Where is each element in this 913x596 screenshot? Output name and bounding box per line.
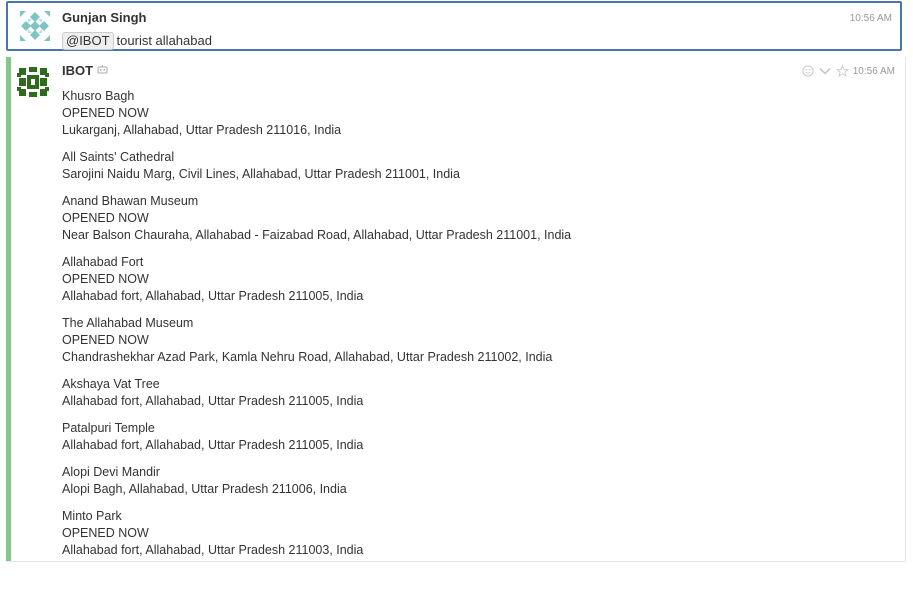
place-address: Alopi Bagh, Allahabad, Uttar Pradesh 211… <box>62 482 347 496</box>
user-message[interactable]: Gunjan Singh 10:56 AM @IBOT tourist allah… <box>6 1 902 51</box>
place-name: Khusro Bagh <box>62 89 135 103</box>
place-item: Patalpuri Temple Allahabad fort, Allahab… <box>62 420 892 454</box>
place-item: Anand Bhawan Museum OPENED NOW Near Bals… <box>62 193 892 244</box>
place-name: Alopi Devi Mandir <box>62 465 160 479</box>
user-mention[interactable]: @IBOT <box>62 32 114 50</box>
place-item: All Saints' Cathedral Sarojini Naidu Mar… <box>62 149 892 183</box>
message-text: tourist allahabad <box>116 33 212 48</box>
place-address: Chandrashekhar Azad Park, Kamla Nehru Ro… <box>62 350 553 364</box>
place-name: Allahabad Fort <box>62 255 144 269</box>
stream-color-bar <box>6 57 11 561</box>
place-name: Akshaya Vat Tree <box>62 377 160 391</box>
place-address: Lukarganj, Allahabad, Uttar Pradesh 2110… <box>62 123 342 137</box>
place-item: Akshaya Vat Tree Allahabad fort, Allahab… <box>62 376 892 410</box>
place-address: Allahabad fort, Allahabad, Uttar Pradesh… <box>62 438 364 452</box>
place-address: Allahabad fort, Allahabad, Uttar Pradesh… <box>62 394 364 408</box>
place-address: Sarojini Naidu Marg, Civil Lines, Allaha… <box>62 167 460 181</box>
bot-sender-name[interactable]: IBOT <box>62 63 93 78</box>
place-item: The Allahabad Museum OPENED NOW Chandras… <box>62 315 892 366</box>
place-status: OPENED NOW <box>62 272 149 286</box>
place-item: Khusro Bagh OPENED NOW Lukarganj, Allaha… <box>62 88 892 139</box>
bot-identicon-avatar-icon[interactable] <box>16 65 50 99</box>
place-address: Allahabad fort, Allahabad, Uttar Pradesh… <box>62 289 364 303</box>
bot-message-time[interactable]: 10:56 AM <box>853 66 895 77</box>
place-item: Minto Park OPENED NOW Allahabad fort, Al… <box>62 508 892 559</box>
place-name: The Allahabad Museum <box>62 316 194 330</box>
message-content: @IBOT tourist allahabad <box>62 32 212 50</box>
place-name: All Saints' Cathedral <box>62 150 175 164</box>
star-icon[interactable] <box>835 65 849 77</box>
place-item: Allahabad Fort OPENED NOW Allahabad fort… <box>62 254 892 305</box>
place-address: Allahabad fort, Allahabad, Uttar Pradesh… <box>62 543 364 557</box>
place-address: Near Balson Chauraha, Allahabad - Faizab… <box>62 228 572 242</box>
sender-name[interactable]: Gunjan Singh <box>62 10 147 25</box>
bot-icon <box>97 65 108 77</box>
chat-view: Gunjan Singh 10:56 AM @IBOT tourist allah… <box>0 0 913 596</box>
places-list: Khusro Bagh OPENED NOW Lukarganj, Allaha… <box>62 88 892 561</box>
bot-message[interactable]: IBOT 10:56 AM Khusro Bagh OPENED NOW Luk… <box>6 57 906 562</box>
place-status: OPENED NOW <box>62 333 149 347</box>
emoji-reaction-icon[interactable] <box>802 65 814 77</box>
place-item: Alopi Devi Mandir Alopi Bagh, Allahabad,… <box>62 464 892 498</box>
identicon-avatar-icon[interactable] <box>18 9 52 43</box>
place-name: Anand Bhawan Museum <box>62 194 199 208</box>
message-time[interactable]: 10:56 AM <box>850 13 892 24</box>
chevron-down-icon[interactable] <box>818 65 832 77</box>
place-status: OPENED NOW <box>62 106 149 120</box>
place-status: OPENED NOW <box>62 526 149 540</box>
place-name: Patalpuri Temple <box>62 421 155 435</box>
place-name: Minto Park <box>62 509 122 523</box>
place-status: OPENED NOW <box>62 211 149 225</box>
bot-sender-row: IBOT <box>62 63 108 78</box>
message-actions: 10:56 AM <box>802 65 895 77</box>
